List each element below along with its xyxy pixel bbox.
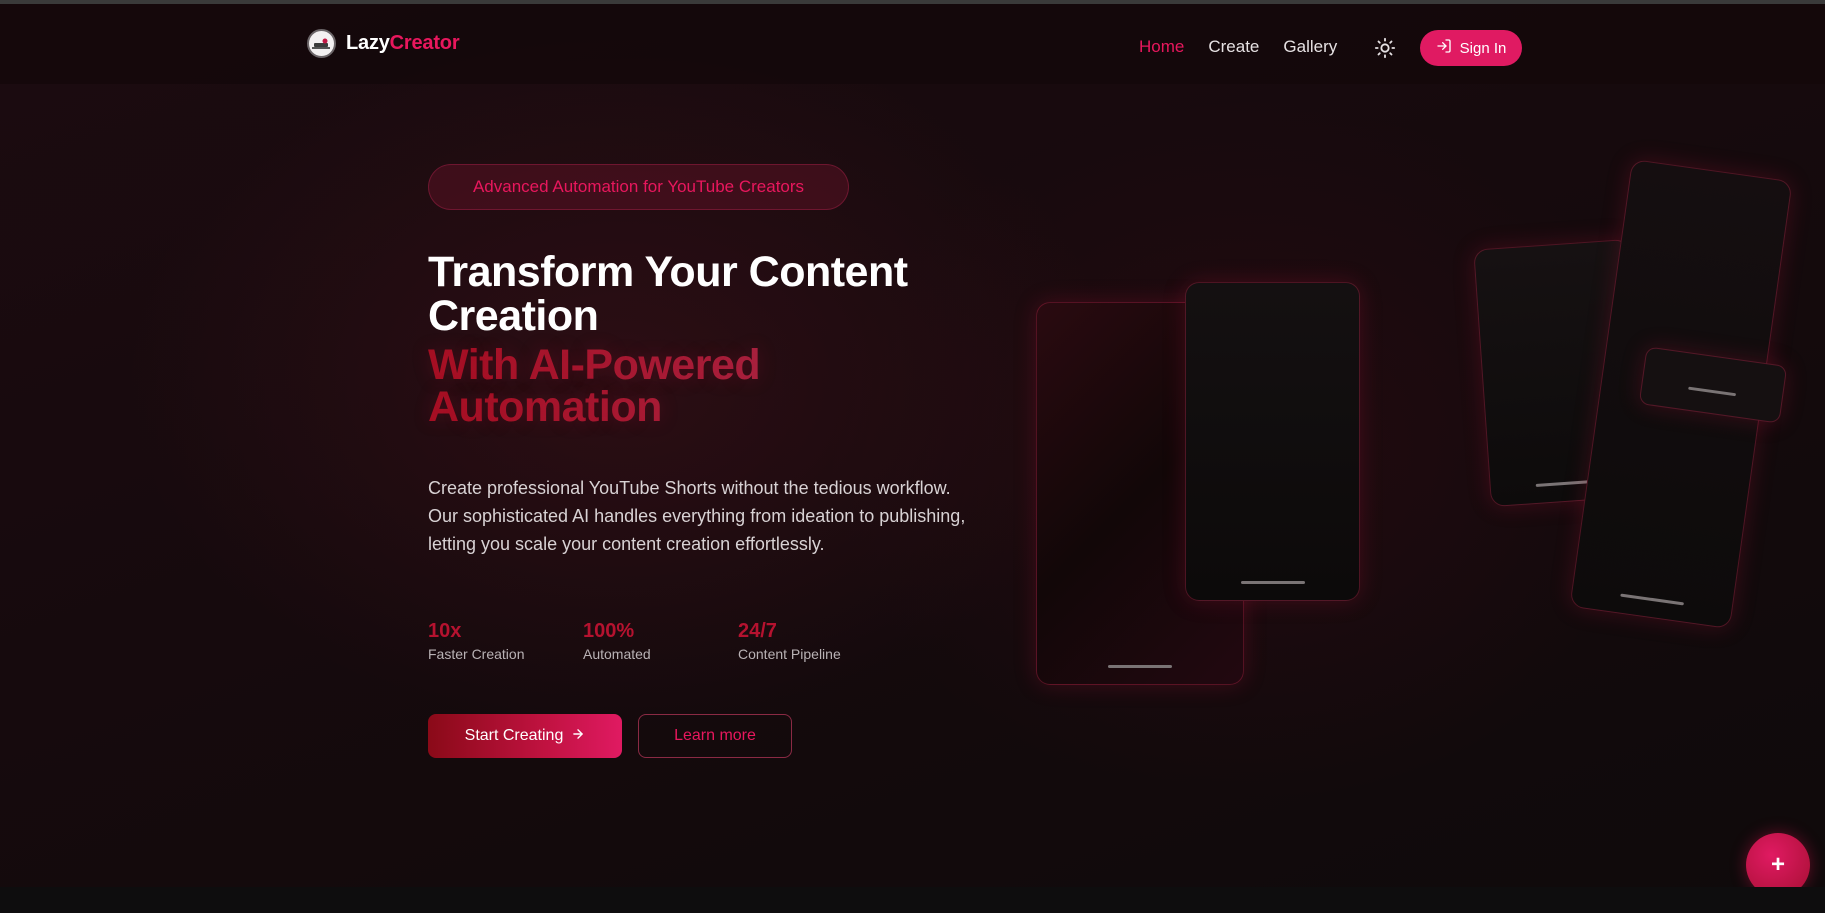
start-creating-label: Start Creating [464, 727, 564, 744]
brand-name-part1: Lazy [346, 32, 390, 54]
arrow-right-icon [571, 727, 585, 746]
stat-value: 24/7 [738, 620, 777, 642]
stat-label: Faster Creation [428, 646, 525, 662]
stat-value: 10x [428, 620, 462, 642]
hero-description: Create professional YouTube Shorts witho… [428, 478, 966, 554]
sign-in-button[interactable]: Sign In [1420, 30, 1522, 66]
logo[interactable]: LazyCreator [307, 29, 460, 58]
hero-title-gradient: With AI-Powered Automation [428, 344, 988, 429]
home-indicator [1620, 593, 1685, 606]
nav-links: Home Create Gallery [1139, 37, 1337, 57]
phone-mockup [1185, 282, 1360, 601]
brand-name-part2: Creator [389, 32, 460, 54]
sign-in-icon [1436, 38, 1452, 58]
hero-title: Transform Your Content Creation [428, 248, 908, 340]
stat-item: 100% Automated [583, 619, 738, 662]
brand-name: LazyCreator [346, 32, 460, 55]
sign-in-label: Sign In [1459, 39, 1507, 57]
stat-value: 100% [583, 620, 635, 642]
nav-link-create[interactable]: Create [1208, 37, 1259, 57]
stat-item: 24/7 Content Pipeline [738, 619, 893, 662]
home-indicator [1688, 386, 1737, 397]
navbar: LazyCreator Home Create Gallery Sign In [0, 4, 1825, 84]
nav-link-home[interactable]: Home [1139, 37, 1184, 57]
footer-band [0, 887, 1825, 913]
learn-more-button[interactable]: Learn more [638, 714, 792, 758]
hero-badge: Advanced Automation for YouTube Creators [428, 164, 849, 210]
nav-link-gallery[interactable]: Gallery [1283, 37, 1337, 57]
start-creating-button[interactable]: Start Creating [428, 714, 622, 758]
stat-label: Content Pipeline [738, 646, 841, 662]
home-indicator [1108, 665, 1172, 668]
stat-item: 10x Faster Creation [428, 619, 583, 662]
hero-stats: 10x Faster Creation 100% Automated 24/7 … [428, 619, 893, 662]
home-indicator [1240, 581, 1305, 584]
theme-toggle-sun-icon[interactable] [1374, 37, 1396, 59]
avatar-logo-icon [307, 29, 336, 58]
stat-label: Automated [583, 646, 651, 662]
